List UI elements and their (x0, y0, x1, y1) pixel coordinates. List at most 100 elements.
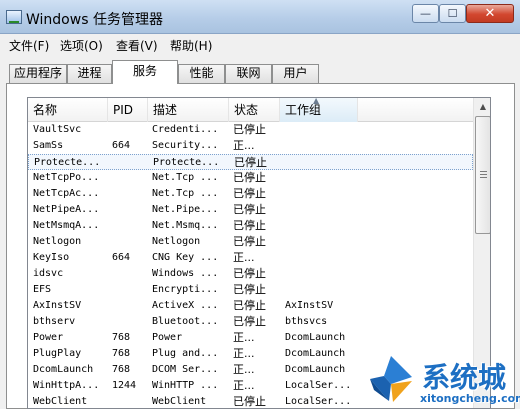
service-name: AxInstSV (33, 300, 82, 311)
tab-networking[interactable]: 联网 (225, 64, 272, 83)
service-group (285, 218, 357, 234)
service-pid (113, 155, 149, 171)
title-bar[interactable]: Windows 任务管理器 — ☐ ✕ (0, 0, 520, 34)
service-group: DcomLaunch (285, 348, 346, 359)
service-group: AxInstSV (285, 300, 334, 311)
column-status[interactable]: 状态 (229, 98, 280, 122)
service-description: Net.Tcp ... (152, 188, 219, 199)
service-pid: 768 (112, 332, 131, 343)
service-row[interactable]: Protecte... Protecte... 已停止 (28, 154, 473, 170)
list-header: 名称 PID 描述 状态 工作组 ▲ (28, 98, 473, 122)
service-status: 已停止 (233, 315, 266, 328)
watermark-brand: 系统城 (422, 361, 507, 394)
service-description: Windows ... (152, 268, 219, 279)
menu-file[interactable]: 文件(F) (9, 37, 49, 54)
service-description: Security... (152, 140, 219, 151)
minimize-button[interactable]: — (412, 4, 439, 23)
service-row[interactable]: bthserv Bluetoot... 已停止 bthsvcs (28, 314, 473, 330)
service-group (285, 138, 357, 154)
service-status: 正... (233, 139, 255, 152)
service-row[interactable]: Power 768 Power 正... DcomLaunch (28, 330, 473, 346)
service-name: DcomLaunch (33, 364, 94, 375)
service-group: bthsvcs (285, 316, 328, 327)
menu-help[interactable]: 帮助(H) (170, 37, 212, 54)
service-group: LocalSer... (285, 396, 352, 407)
service-status: 已停止 (233, 171, 266, 184)
service-group (286, 155, 358, 171)
service-description: Bluetoot... (152, 316, 219, 327)
service-row[interactable]: NetMsmqA... Net.Msmq... 已停止 (28, 218, 473, 234)
scroll-up-arrow-icon[interactable]: ▲ (475, 98, 490, 115)
service-group (285, 186, 357, 202)
service-name: NetMsmqA... (33, 220, 100, 231)
column-pid[interactable]: PID (108, 98, 148, 122)
task-manager-icon (6, 10, 22, 24)
service-pid (112, 122, 148, 138)
tab-services[interactable]: 服务 (112, 60, 178, 84)
service-status: 已停止 (233, 187, 266, 200)
service-group: LocalSer... (285, 380, 352, 391)
service-group: DcomLaunch (285, 364, 346, 375)
xitongcheng-logo-icon (370, 356, 412, 402)
service-row[interactable]: Netlogon Netlogon 已停止 (28, 234, 473, 250)
service-pid (112, 314, 148, 330)
maximize-button[interactable]: ☐ (439, 4, 466, 23)
service-description: Plug and... (152, 348, 219, 359)
tab-applications[interactable]: 应用程序 (9, 64, 67, 83)
column-description[interactable]: 描述 (148, 98, 229, 122)
service-name: PlugPlay (33, 348, 82, 359)
service-pid: 664 (112, 140, 131, 151)
service-pid (112, 394, 148, 408)
service-name: KeyIso (33, 252, 70, 263)
service-group (285, 234, 357, 250)
service-status: 已停止 (234, 156, 267, 169)
service-pid: 768 (112, 364, 131, 375)
service-name: SamSs (33, 140, 64, 151)
service-row[interactable]: SamSs 664 Security... 正... (28, 138, 473, 154)
sort-ascending-icon: ▲ (313, 97, 320, 105)
service-row[interactable]: AxInstSV ActiveX ... 已停止 AxInstSV (28, 298, 473, 314)
service-row[interactable]: NetTcpAc... Net.Tcp ... 已停止 (28, 186, 473, 202)
service-group (285, 170, 357, 186)
service-row[interactable]: NetTcpPo... Net.Tcp ... 已停止 (28, 170, 473, 186)
thumb-grip-icon (480, 171, 487, 178)
service-pid (112, 282, 148, 298)
service-pid (112, 266, 148, 282)
service-status: 已停止 (233, 267, 266, 280)
service-status: 已停止 (233, 123, 266, 136)
service-name: Protecte... (34, 157, 101, 168)
service-pid (112, 186, 148, 202)
service-row[interactable]: EFS Encrypti... 已停止 (28, 282, 473, 298)
service-description: Protecte... (153, 157, 220, 168)
service-name: WebClient (33, 396, 88, 407)
service-description: ActiveX ... (152, 300, 219, 311)
service-row[interactable]: NetPipeA... Net.Pipe... 已停止 (28, 202, 473, 218)
service-pid: 664 (112, 252, 131, 263)
service-name: Power (33, 332, 64, 343)
service-status: 正... (233, 331, 255, 344)
menu-options[interactable]: 选项(O) (60, 37, 103, 54)
service-row[interactable]: KeyIso 664 CNG Key ... 正... (28, 250, 473, 266)
service-description: Credenti... (152, 124, 219, 135)
service-name: EFS (33, 284, 52, 295)
window-title: Windows 任务管理器 (26, 12, 163, 28)
tab-processes[interactable]: 进程 (67, 64, 112, 83)
service-description: Power (152, 332, 183, 343)
service-row[interactable]: idsvc Windows ... 已停止 (28, 266, 473, 282)
service-group (285, 266, 357, 282)
service-description: Encrypti... (152, 284, 219, 295)
tab-users[interactable]: 用户 (272, 64, 319, 83)
close-button[interactable]: ✕ (466, 4, 514, 23)
service-description: Net.Pipe... (152, 204, 219, 215)
service-status: 正... (233, 251, 255, 264)
column-name[interactable]: 名称 (28, 98, 108, 122)
service-pid (112, 298, 148, 314)
service-pid: 1244 (112, 380, 137, 391)
tab-performance[interactable]: 性能 (178, 64, 225, 83)
service-pid (112, 234, 148, 250)
service-name: Netlogon (33, 236, 82, 247)
service-row[interactable]: VaultSvc Credenti... 已停止 (28, 122, 473, 138)
service-description: Netlogon (152, 236, 201, 247)
menu-view[interactable]: 查看(V) (116, 37, 158, 54)
scrollbar-thumb[interactable] (475, 116, 490, 234)
